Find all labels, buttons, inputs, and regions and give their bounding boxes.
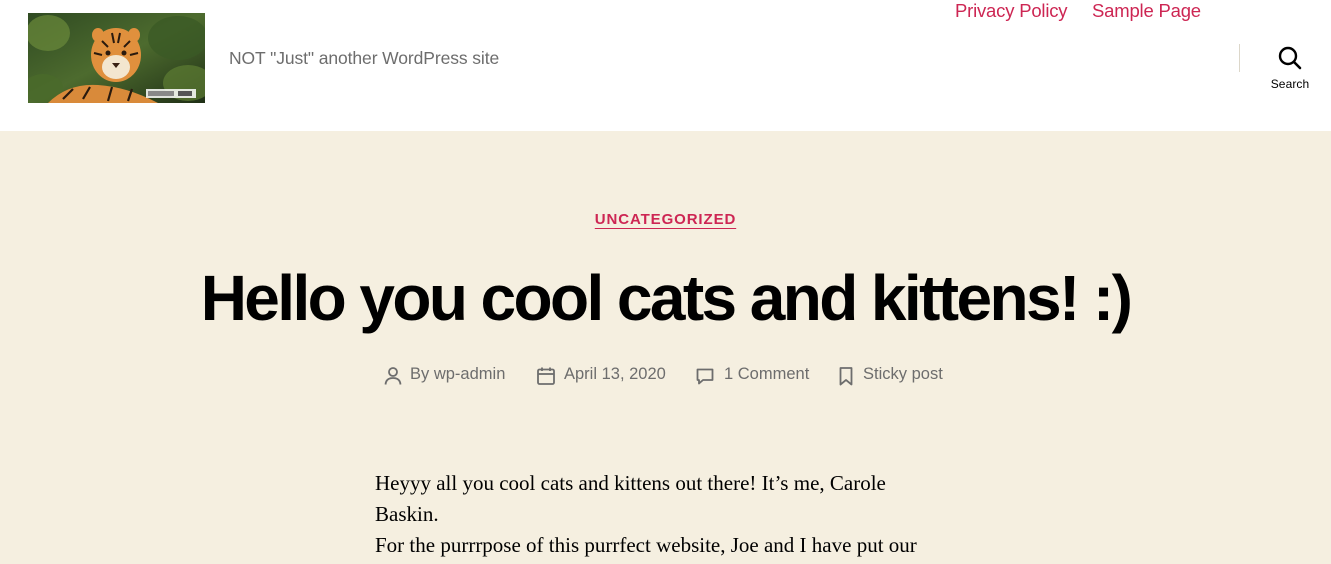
meta-sticky-label: Sticky post bbox=[863, 365, 943, 383]
meta-author-link[interactable]: By wp-admin bbox=[410, 365, 505, 384]
nav-divider bbox=[1239, 44, 1240, 72]
tiger-logo-image bbox=[28, 13, 205, 103]
nav-privacy-policy[interactable]: Privacy Policy bbox=[955, 0, 1068, 22]
site-logo-link[interactable] bbox=[28, 13, 205, 103]
bookmark-icon bbox=[839, 367, 853, 386]
nav-sample-page[interactable]: Sample Page bbox=[1092, 0, 1201, 22]
site-header: NOT "Just" another WordPress site Privac… bbox=[0, 0, 1331, 131]
calendar-icon bbox=[537, 367, 555, 385]
content-paragraph-1: Heyyy all you cool cats and kittens out … bbox=[375, 471, 886, 526]
site-tagline: NOT "Just" another WordPress site bbox=[229, 48, 500, 68]
content-paragraph-2: For the purrrpose of this purrfect websi… bbox=[375, 533, 917, 557]
post-title: Hello you cool cats and kittens! :) bbox=[200, 262, 1133, 334]
post-content: Heyyy all you cool cats and kittens out … bbox=[375, 468, 935, 561]
user-icon bbox=[384, 367, 402, 385]
search-label: Search bbox=[1270, 77, 1310, 91]
meta-date-link[interactable]: April 13, 2020 bbox=[564, 365, 666, 384]
meta-comments-link[interactable]: 1 Comment bbox=[724, 365, 809, 384]
comment-icon bbox=[696, 368, 714, 385]
post-category: UNCATEGORIZED bbox=[0, 211, 1331, 229]
search-icon bbox=[1278, 46, 1302, 70]
search-toggle-button[interactable]: Search bbox=[1262, 44, 1318, 94]
category-link-uncategorized[interactable]: UNCATEGORIZED bbox=[595, 211, 736, 228]
post-meta: By wp-admin April 13, 2020 1 Comment Sti… bbox=[0, 364, 1331, 388]
